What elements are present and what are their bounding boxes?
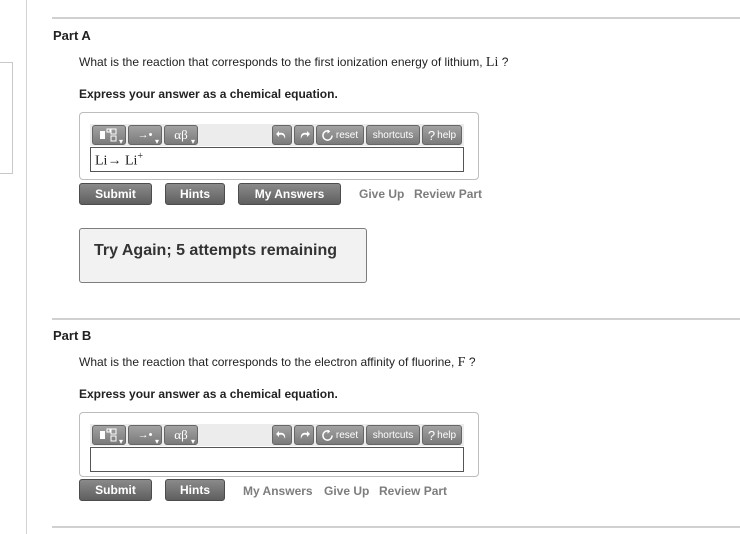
part-a-feedback-box: Try Again; 5 attempts remaining: [79, 228, 367, 283]
part-a-question-end: ?: [501, 55, 509, 69]
greek-letters-icon[interactable]: αβ: [164, 425, 198, 446]
redo-icon[interactable]: [294, 125, 314, 145]
shortcuts-button[interactable]: shortcuts: [366, 425, 420, 445]
left-margin-rule: [26, 0, 27, 534]
part-b-instruction: Express your answer as a chemical equati…: [79, 387, 338, 401]
help-label: help: [437, 129, 457, 141]
greek-letters-icon[interactable]: αβ: [164, 125, 198, 146]
part-b-review-part-link[interactable]: Review Part: [379, 484, 447, 498]
part-a-answer-editor: →• αβ reset shortcuts ? help Li→ Li+: [79, 112, 479, 180]
part-a-review-part-link[interactable]: Review Part: [414, 187, 482, 201]
divider-bottom: [52, 526, 740, 528]
part-a-question-text: What is the reaction that corresponds to…: [79, 55, 483, 69]
arrows-menu-icon[interactable]: →•: [128, 425, 162, 446]
part-a-hints-button[interactable]: Hints: [165, 183, 225, 205]
undo-icon[interactable]: [272, 425, 292, 445]
part-a-question: What is the reaction that corresponds to…: [79, 55, 508, 71]
part-a-instruction: Express your answer as a chemical equati…: [79, 87, 338, 101]
part-a-editor-toolbar: →• αβ reset shortcuts ? help: [90, 124, 464, 146]
part-a-title: Part A: [53, 28, 91, 43]
help-label: help: [437, 429, 457, 441]
reset-button[interactable]: reset: [316, 425, 364, 445]
answer-reactant: Li: [95, 153, 108, 169]
answer-product: Li: [124, 153, 138, 169]
part-b-submit-button[interactable]: Submit: [79, 479, 152, 501]
help-button[interactable]: ? help: [422, 425, 462, 445]
help-button[interactable]: ? help: [422, 125, 462, 145]
part-b-question: What is the reaction that corresponds to…: [79, 355, 476, 371]
part-b-give-up-link[interactable]: Give Up: [324, 484, 369, 498]
part-b-my-answers-link[interactable]: My Answers: [243, 484, 313, 498]
part-a-my-answers-button[interactable]: My Answers: [238, 183, 341, 205]
help-question-icon: ?: [427, 127, 436, 143]
reset-label: reset: [335, 129, 359, 141]
undo-icon[interactable]: [272, 125, 292, 145]
part-a-submit-button[interactable]: Submit: [79, 183, 152, 205]
part-b-question-text: What is the reaction that corresponds to…: [79, 355, 455, 369]
answer-arrow: →: [107, 153, 122, 169]
help-question-icon: ?: [427, 427, 436, 443]
part-a-answer-input[interactable]: Li→ Li+: [90, 147, 464, 172]
arrows-menu-icon[interactable]: →•: [128, 125, 162, 146]
divider-part-b: [52, 318, 740, 320]
redo-icon[interactable]: [294, 425, 314, 445]
part-b-question-species: F: [457, 355, 466, 370]
side-panel-stub: [0, 62, 13, 174]
part-b-answer-editor: →• αβ reset shortcuts ? help: [79, 412, 479, 477]
templates-icon[interactable]: [92, 125, 126, 146]
reset-button[interactable]: reset: [316, 125, 364, 145]
shortcuts-button[interactable]: shortcuts: [366, 125, 420, 145]
part-b-editor-toolbar: →• αβ reset shortcuts ? help: [90, 424, 464, 446]
part-b-hints-button[interactable]: Hints: [165, 479, 225, 501]
part-b-question-end: ?: [468, 355, 476, 369]
divider-top: [52, 17, 740, 19]
templates-icon[interactable]: [92, 425, 126, 446]
part-b-answer-input[interactable]: [90, 447, 464, 472]
answer-charge: +: [137, 151, 144, 162]
part-a-give-up-link[interactable]: Give Up: [359, 187, 404, 201]
part-a-question-species: Li: [485, 55, 499, 70]
part-b-title: Part B: [53, 328, 92, 343]
reset-label: reset: [335, 429, 359, 441]
